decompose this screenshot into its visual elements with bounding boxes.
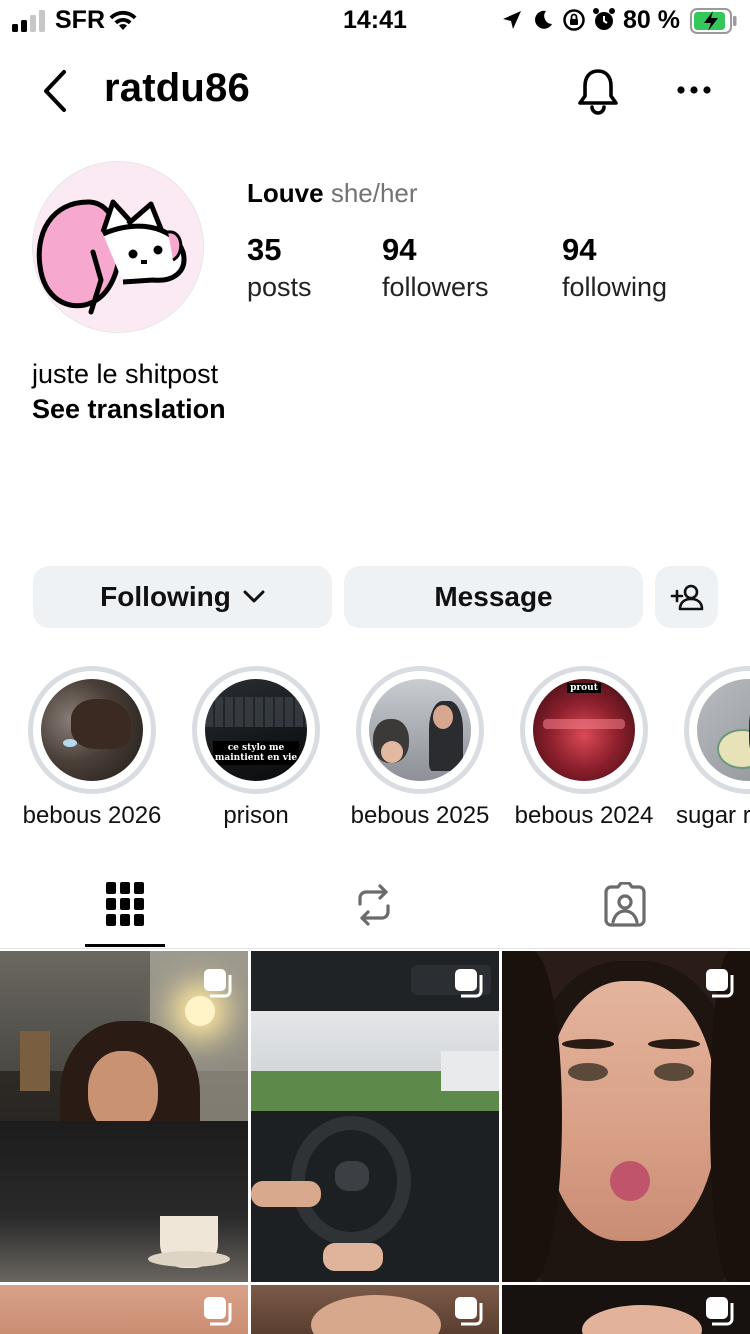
post-thumbnail[interactable]	[502, 1285, 750, 1334]
highlight-caption: prout	[567, 683, 601, 693]
tagged-icon	[604, 882, 646, 927]
message-button[interactable]: Message	[344, 566, 643, 628]
highlight-ring: ce stylo me maintient en vie	[192, 666, 320, 794]
highlight-item[interactable]: sugar r	[666, 666, 750, 836]
post-thumbnail[interactable]	[0, 951, 248, 1282]
highlight-ring	[356, 666, 484, 794]
signal-icon	[12, 10, 45, 32]
highlight-cover-image: prout	[533, 679, 635, 781]
highlight-ring	[684, 666, 750, 794]
highlight-ring	[28, 666, 156, 794]
following-button-label: Following	[100, 581, 231, 612]
highlight-item[interactable]: ce stylo me maintient en vie prison	[174, 666, 338, 836]
multiple-photos-icon	[455, 969, 483, 998]
bio-text: juste le shitpost	[32, 359, 219, 389]
wifi-icon	[109, 10, 137, 30]
highlight-item[interactable]: bebous 2025	[338, 666, 502, 836]
stat-posts[interactable]: 35 posts	[247, 232, 312, 303]
tab-reposts[interactable]	[340, 872, 410, 948]
multiple-photos-icon	[706, 969, 734, 998]
multiple-photos-icon	[204, 1297, 232, 1326]
battery-icon	[690, 8, 737, 34]
highlight-label: prison	[223, 802, 289, 829]
post-thumbnail[interactable]	[0, 1285, 248, 1334]
grid-icon	[106, 882, 144, 926]
highlight-ring: prout	[520, 666, 648, 794]
alarm-icon	[593, 8, 615, 30]
stat-label: followers	[382, 272, 489, 302]
rotation-lock-icon	[563, 9, 585, 31]
tabs-divider	[0, 948, 750, 949]
highlight-item[interactable]: bebous 2026	[10, 666, 174, 836]
highlight-label: bebous 2026	[22, 802, 162, 829]
moon-icon	[535, 10, 552, 29]
highlight-label: bebous 2024	[514, 802, 654, 829]
stat-followers[interactable]: 94 followers	[382, 232, 489, 303]
display-name: Louve	[247, 178, 324, 208]
multiple-photos-icon	[455, 1297, 483, 1326]
pronouns: she/her	[330, 178, 418, 208]
tab-tagged[interactable]	[590, 872, 660, 948]
highlight-cover-image	[41, 679, 143, 781]
stat-value: 94	[382, 232, 417, 267]
stat-value: 94	[562, 232, 597, 267]
back-chevron-icon[interactable]	[38, 68, 72, 114]
post-thumbnail[interactable]	[502, 951, 750, 1282]
display-name-line: Louve she/her	[247, 178, 418, 209]
highlight-label: bebous 2025	[350, 802, 490, 829]
highlight-label: sugar r	[676, 802, 750, 829]
highlight-item[interactable]: prout bebous 2024	[502, 666, 666, 836]
see-translation-link[interactable]: See translation	[32, 394, 226, 425]
add-person-icon	[670, 584, 703, 611]
stat-label: following	[562, 272, 668, 302]
post-thumbnail[interactable]	[251, 951, 499, 1282]
battery-percent: 80 %	[623, 6, 680, 34]
carrier-label: SFR	[55, 6, 105, 34]
multiple-photos-icon	[204, 969, 232, 998]
following-button[interactable]: Following	[33, 566, 332, 628]
stat-following[interactable]: 94 following	[562, 232, 667, 303]
bell-icon[interactable]	[576, 66, 620, 116]
add-user-button[interactable]	[655, 566, 718, 628]
location-arrow-icon	[503, 11, 521, 29]
highlight-caption: ce stylo me maintient en vie	[213, 741, 299, 765]
chevron-down-icon	[243, 590, 265, 603]
stat-label: posts	[247, 272, 312, 302]
stat-value: 35	[247, 232, 282, 267]
reposts-icon	[358, 884, 390, 926]
highlight-cover-image	[369, 679, 471, 781]
profile-username: ratdu86	[104, 66, 250, 110]
message-button-label: Message	[434, 581, 553, 612]
clock-time: 14:41	[343, 6, 407, 34]
profile-screen: SFR 14:41 80 % ratdu86 Louve she/her 35 …	[0, 0, 750, 1334]
highlight-cover-image: ce stylo me maintient en vie	[205, 679, 307, 781]
post-thumbnail[interactable]	[251, 1285, 499, 1334]
multiple-photos-icon	[706, 1297, 734, 1326]
highlight-cover-image	[697, 679, 750, 781]
more-icon[interactable]	[676, 84, 712, 96]
status-bar: SFR 14:41 80 %	[0, 0, 750, 42]
avatar[interactable]	[32, 161, 204, 333]
tab-posts[interactable]	[85, 872, 165, 948]
avatar-cat-drawing	[33, 162, 203, 332]
active-tab-indicator	[85, 944, 165, 947]
